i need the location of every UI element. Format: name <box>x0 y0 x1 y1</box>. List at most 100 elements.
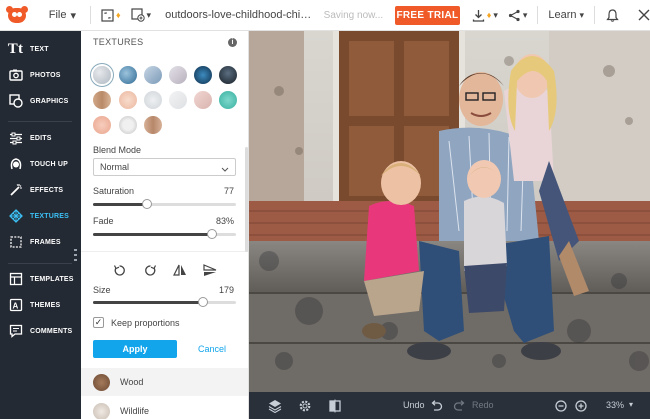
nav-item-label: TOUCH UP <box>30 160 69 168</box>
texture-swatch[interactable] <box>93 66 111 84</box>
settings-button[interactable] <box>297 398 312 413</box>
download-button[interactable]: ♦ ▾ <box>472 9 498 22</box>
nav-item-label: EDITS <box>30 134 52 142</box>
resize-icon <box>101 8 114 22</box>
texture-swatch[interactable] <box>144 66 162 84</box>
texture-swatch[interactable] <box>144 116 162 134</box>
svg-text:A: A <box>12 302 18 311</box>
chevron-down-icon: ▾ <box>579 9 585 20</box>
saturation-slider[interactable] <box>93 199 236 209</box>
redo-label[interactable]: Redo <box>472 400 494 410</box>
undo-label[interactable]: Undo <box>403 400 425 410</box>
rotate-right-button[interactable] <box>142 262 158 278</box>
free-trial-button[interactable]: FREE TRIAL <box>395 5 460 25</box>
nav-item-photos[interactable]: PHOTOS <box>0 64 81 86</box>
gear-icon <box>299 400 310 411</box>
graphics-icon <box>8 94 23 109</box>
frame-icon <box>8 235 23 250</box>
nav-item-label: FRAMES <box>30 238 61 246</box>
texture-swatch[interactable] <box>219 91 237 109</box>
nav-item-label: COMMENTS <box>30 327 73 335</box>
divider <box>81 251 248 252</box>
texture-swatch[interactable] <box>119 91 137 109</box>
wildlife-thumbnail <box>93 402 110 419</box>
premium-crown-icon: ♦ <box>115 10 121 20</box>
resize-button[interactable]: ♦ <box>101 8 121 22</box>
undo-icon <box>431 399 442 411</box>
monkey-logo-icon <box>6 6 29 24</box>
comments-icon <box>8 324 23 339</box>
chevron-down-icon[interactable]: ▾ <box>629 400 633 409</box>
redo-button[interactable] <box>452 398 467 413</box>
texture-swatch[interactable] <box>169 91 187 109</box>
texture-swatch[interactable] <box>93 91 111 109</box>
rotate-left-icon <box>113 264 125 276</box>
flip-horizontal-button[interactable] <box>172 262 188 278</box>
check-icon: ✓ <box>94 317 103 327</box>
nav-item-effects[interactable]: EFFECTS <box>0 179 81 201</box>
rotate-left-button[interactable] <box>111 262 127 278</box>
apply-button[interactable]: Apply <box>93 340 177 358</box>
texture-swatch[interactable] <box>144 91 162 109</box>
layers-icon <box>268 399 281 413</box>
layers-button[interactable] <box>267 398 282 413</box>
size-label: Size <box>93 285 111 295</box>
fade-slider[interactable] <box>93 229 236 239</box>
close-button[interactable] <box>638 9 650 21</box>
category-label: Wood <box>120 377 144 387</box>
texture-swatch[interactable] <box>194 66 212 84</box>
nav-item-edits[interactable]: EDITS <box>0 127 81 149</box>
keep-proportions-checkbox[interactable]: ✓ <box>93 317 104 328</box>
photo-canvas[interactable] <box>249 31 650 392</box>
wood-thumbnail <box>93 373 110 391</box>
zoom-out-icon <box>554 399 567 412</box>
document-name[interactable]: outdoors-love-childhood-child-family... <box>165 9 312 21</box>
face-icon <box>8 157 23 172</box>
nav-item-themes[interactable]: A THEMES <box>0 294 81 316</box>
file-menu[interactable]: File ▾ <box>49 9 76 22</box>
logo[interactable] <box>0 0 35 31</box>
texture-category-wildlife[interactable]: Wildlife <box>81 397 248 419</box>
zoom-out-button[interactable] <box>553 398 568 413</box>
panel-title: TEXTURES <box>93 37 144 47</box>
nav-item-label: EFFECTS <box>30 186 64 194</box>
panel-resize-handle[interactable] <box>74 249 77 261</box>
slider-fill <box>93 233 212 236</box>
nav-item-label: TEMPLATES <box>30 275 74 283</box>
notifications-button[interactable] <box>605 8 620 23</box>
texture-swatch[interactable] <box>169 66 187 84</box>
undo-button[interactable] <box>428 398 443 413</box>
learn-menu[interactable]: Learn ▾ <box>548 9 584 21</box>
share-button[interactable]: ▾ <box>508 9 527 22</box>
slider-handle[interactable] <box>206 229 217 239</box>
slider-handle[interactable] <box>198 297 209 307</box>
cancel-button[interactable]: Cancel <box>198 344 226 354</box>
nav-item-graphics[interactable]: GRAPHICS <box>0 90 81 112</box>
texture-category-wood[interactable]: Wood <box>81 368 248 396</box>
compare-button[interactable] <box>327 398 342 413</box>
texture-swatch[interactable] <box>93 116 111 134</box>
info-icon[interactable]: i <box>228 38 237 47</box>
file-menu-label: File <box>48 9 67 21</box>
nav-item-text[interactable]: Tt TEXT <box>0 38 81 60</box>
blend-mode-select[interactable]: Normal <box>93 158 236 176</box>
texture-swatch[interactable] <box>119 116 137 134</box>
texture-swatch[interactable] <box>119 66 137 84</box>
size-slider[interactable] <box>93 297 236 307</box>
panel-scrollbar[interactable] <box>245 147 248 252</box>
nav-item-textures[interactable]: TEXTURES <box>0 205 81 227</box>
texture-swatch[interactable] <box>219 66 237 84</box>
nav-item-frames[interactable]: FRAMES <box>0 231 81 253</box>
export-button[interactable]: ▾ <box>130 8 151 22</box>
texture-swatch[interactable] <box>194 91 212 109</box>
nav-item-templates[interactable]: TEMPLATES <box>0 268 81 290</box>
saturation-label: Saturation <box>93 186 135 196</box>
divider <box>594 6 596 24</box>
nav-item-comments[interactable]: COMMENTS <box>0 320 81 342</box>
flip-vertical-button[interactable] <box>202 262 218 278</box>
zoom-in-button[interactable] <box>573 398 588 413</box>
nav-item-touch-up[interactable]: TOUCH UP <box>0 153 81 175</box>
zoom-level[interactable]: 33% <box>606 400 624 410</box>
slider-handle[interactable] <box>142 199 153 209</box>
rotate-right-icon <box>144 264 156 276</box>
